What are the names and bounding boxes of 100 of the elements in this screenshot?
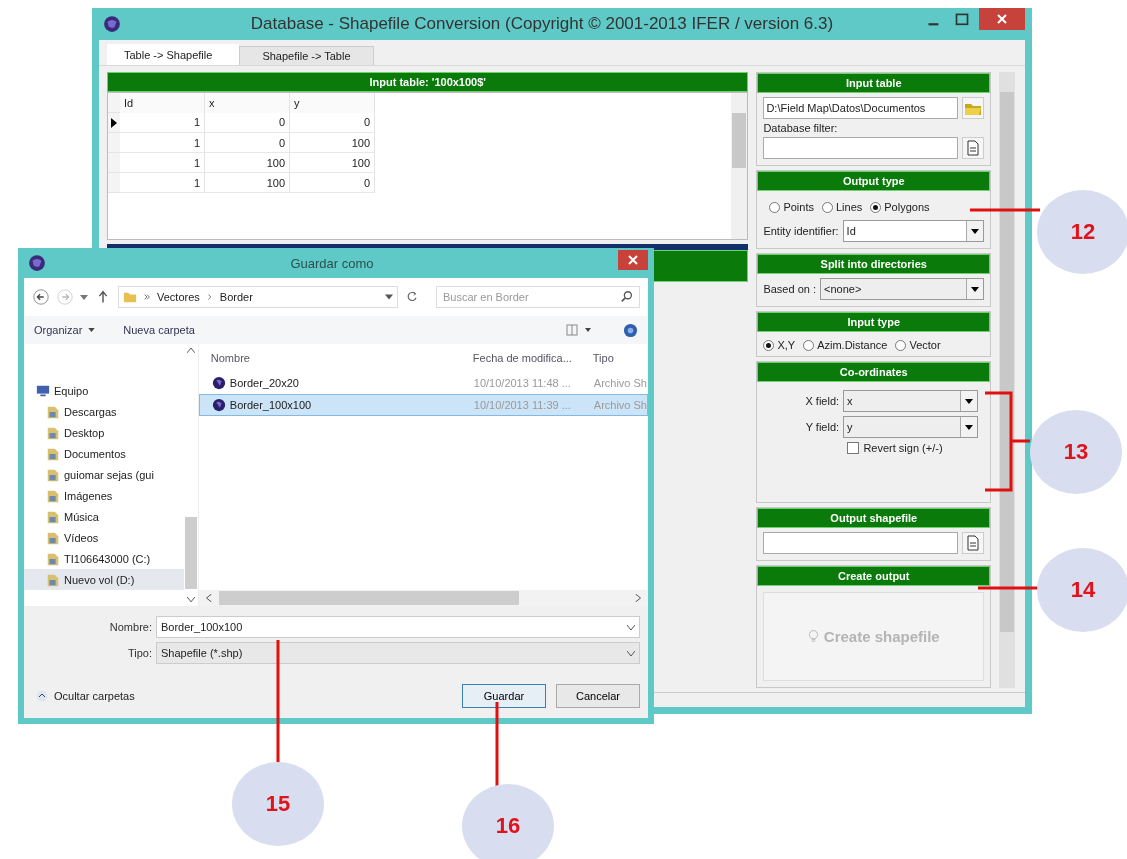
radio-option[interactable]: Vector [895,339,941,351]
radio-option[interactable]: X,Y [763,339,796,351]
folder-icon [46,425,60,440]
based-on-dropdown[interactable]: <none> [820,278,985,300]
radio-option[interactable]: Azim.Distance [803,339,888,351]
double-chevron-icon[interactable] [143,293,151,301]
help-icon[interactable] [623,322,638,338]
tree-item[interactable]: Desktop [24,422,184,443]
table-cell: 0 [289,172,375,193]
caret-icon[interactable] [971,286,980,292]
back-icon[interactable] [32,288,50,306]
file-name-field[interactable]: Border_100x100 [156,616,640,638]
address-bar[interactable]: Vectores Border [118,286,398,308]
panel-header: Input table: '100x100$' [107,72,749,92]
file-row[interactable]: Border_100x100 10/10/2013 11:39 ... Archivo Sh [198,394,648,416]
tree-item[interactable]: Vídeos [24,527,184,548]
section-header: Co-ordinates [757,362,991,382]
close-button[interactable] [618,250,648,270]
search-icon[interactable] [620,290,634,304]
chevron-up-icon [36,690,48,702]
radio-option[interactable]: Polygons [870,201,930,213]
column-header[interactable]: x [204,93,290,113]
file-type-label: Tipo: [126,647,152,659]
scrollbar[interactable] [731,93,748,239]
tree-item[interactable]: TI106643000 (C:) [24,548,184,569]
folder-icon [46,488,60,503]
chevron-icon[interactable] [205,293,214,301]
close-button[interactable] [979,8,1025,30]
caret-icon[interactable] [385,293,393,301]
save-button[interactable]: Guardar [462,684,546,708]
scroll-right-icon[interactable] [634,594,642,602]
scroll-left-icon[interactable] [204,594,213,602]
section-header: Input table [757,73,991,93]
column-header[interactable]: y [289,93,375,113]
tree-item[interactable]: Nuevo vol (D:) [24,569,184,590]
file-row[interactable]: Border_20x20 10/10/2013 11:48 ... Archivo Sh [198,372,648,394]
document-icon[interactable] [962,137,985,159]
scroll-down-icon[interactable] [186,597,195,602]
tab[interactable]: Shapefile -> Table [239,46,374,65]
caret-icon[interactable] [971,228,980,234]
document-icon[interactable] [962,532,985,554]
scrollbar[interactable] [198,590,648,606]
table-cell: 0 [289,112,375,133]
table-cell: 100 [289,152,375,173]
column-header[interactable]: Tipo [592,352,648,364]
caret-icon[interactable] [88,328,96,332]
organize-menu[interactable]: Organizar [34,324,96,336]
scrollbar[interactable] [999,72,1015,688]
table-cell: 100 [289,132,375,153]
file-type-dropdown[interactable]: Shapefile (*.shp) [156,642,640,664]
revert-sign-label: Revert sign (+/-) [863,442,943,454]
scroll-thumb[interactable] [732,113,747,168]
entity-dropdown[interactable]: Id [842,220,985,242]
output-path-field[interactable] [763,532,959,554]
globe-icon [28,254,46,272]
folder-icon [46,572,60,587]
search-field[interactable]: Buscar en Border [436,286,640,308]
new-folder-button[interactable]: Nueva carpeta [123,324,195,336]
column-header[interactable]: Nombre [210,352,473,364]
based-on-label: Based on : [763,283,816,295]
radio-option[interactable]: Lines [822,201,863,213]
column-header[interactable]: Id [120,93,205,113]
radio-option[interactable]: Points [769,201,814,213]
tree-item[interactable]: guiomar sejas (gui [24,464,184,485]
leader-line [978,586,1040,590]
tree-item[interactable]: Documentos [24,443,184,464]
table-cell: 1 [120,172,205,193]
column-header[interactable]: Fecha de modifica... [472,352,593,364]
section-header: Split into directories [757,254,991,274]
breadcrumb-item[interactable]: Border [219,291,253,303]
tree-item[interactable]: Equipo [24,380,184,401]
table-cell: 0 [204,132,290,153]
scroll-thumb[interactable] [218,591,519,605]
tree-item[interactable]: Imágenes [24,485,184,506]
scroll-thumb[interactable] [1000,92,1015,632]
tab[interactable]: Table -> Shapefile [107,44,240,65]
caret-icon[interactable] [965,398,974,404]
leader-line [970,208,1040,212]
hide-folders-toggle[interactable]: Ocultar carpetas [36,690,135,702]
scroll-up-icon[interactable] [186,348,195,353]
folder-icon [46,509,60,524]
callout-badge: 14 [1037,548,1127,632]
filter-field[interactable] [763,137,959,159]
checkbox[interactable] [847,442,860,454]
breadcrumb-item[interactable]: Vectores [157,291,200,303]
tree-item[interactable]: Música [24,506,184,527]
current-row-icon [111,117,117,128]
y-field-label: Y field: [805,421,840,433]
section-header: Input type [757,312,991,332]
x-field-dropdown[interactable]: x [843,390,979,412]
folder-icon [46,551,60,566]
caret-icon[interactable] [965,424,974,430]
x-field-label: X field: [805,395,840,407]
tree-item[interactable]: Descargas [24,401,184,422]
y-field-dropdown[interactable]: y [843,416,979,438]
cancel-button[interactable]: Cancelar [556,684,640,708]
row-header[interactable] [108,112,120,133]
path-field[interactable]: D:\Field Map\Datos\Documentos [763,97,959,119]
callout-badge: 12 [1037,190,1127,274]
scroll-thumb[interactable] [184,516,197,590]
